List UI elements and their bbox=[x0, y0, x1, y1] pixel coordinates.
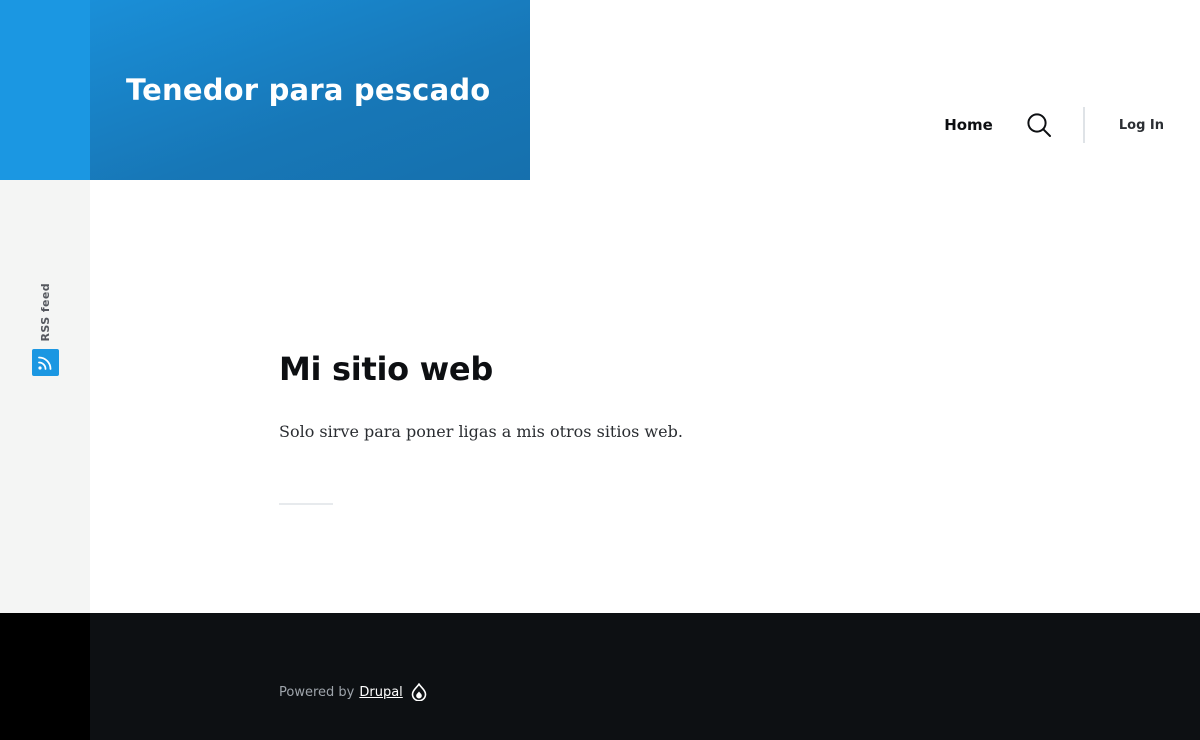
drupal-drop-icon bbox=[411, 683, 427, 701]
site-branding: Tenedor para pescado bbox=[90, 0, 530, 180]
nav-divider bbox=[1082, 107, 1085, 143]
rail-bottom-accent bbox=[0, 613, 90, 740]
powered-by-text: Powered by bbox=[279, 684, 355, 700]
drupal-link[interactable]: Drupal bbox=[359, 685, 402, 700]
main-content: Mi sitio web Solo sirve para poner ligas… bbox=[279, 348, 979, 444]
site-footer: Powered by Drupal bbox=[90, 613, 1200, 740]
primary-nav: Home Log In bbox=[944, 106, 1200, 144]
site-slogan: Solo sirve para poner ligas a mis otros … bbox=[279, 422, 683, 441]
nav-home-link[interactable]: Home bbox=[944, 116, 993, 134]
page-title: Mi sitio web bbox=[279, 350, 493, 388]
rss-feed-link[interactable]: RSS feed bbox=[31, 283, 59, 377]
site-name-link[interactable]: Tenedor para pescado bbox=[126, 73, 490, 107]
rail-top-accent bbox=[0, 0, 90, 180]
search-button[interactable] bbox=[1025, 111, 1053, 139]
rss-feed-label: RSS feed bbox=[38, 283, 52, 342]
content-divider bbox=[279, 503, 333, 505]
rss-icon bbox=[31, 349, 59, 377]
page: Tenedor para pescado Home Log In RSS fee… bbox=[0, 0, 1200, 740]
social-bar bbox=[0, 180, 90, 613]
search-icon bbox=[1027, 113, 1051, 137]
login-link[interactable]: Log In bbox=[1119, 118, 1164, 133]
powered-by: Powered by Drupal bbox=[279, 683, 427, 701]
